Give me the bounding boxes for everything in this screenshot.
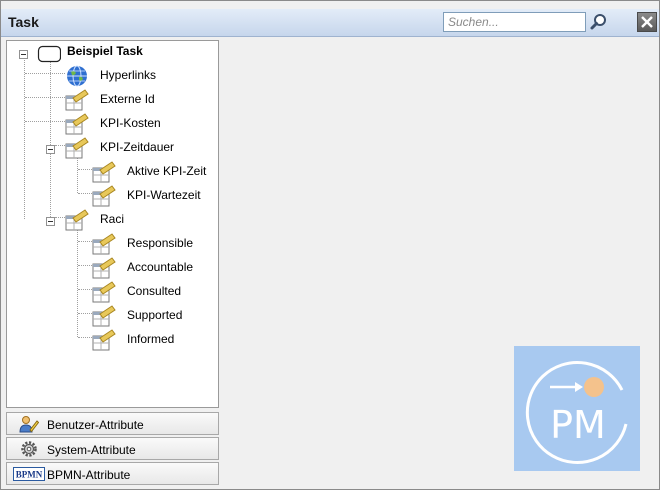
tree-node-accountable[interactable]: Accountable: [92, 257, 217, 279]
close-button[interactable]: [637, 12, 657, 32]
tab-label: System-Attribute: [47, 443, 136, 457]
attribute-tree[interactable]: Beispiel Task Hyperlinks Externe Id KPI-…: [6, 40, 219, 408]
attribute-table-icon: [92, 257, 116, 279]
attribute-table-icon: [92, 185, 116, 207]
attribute-table-icon: [65, 209, 89, 231]
logo-text: PM: [550, 403, 606, 447]
tree-connector: [78, 265, 92, 266]
tree-connector: [25, 121, 65, 122]
tree-connector: [77, 227, 78, 337]
tab-benutzer-attribute[interactable]: Benutzer-Attribute: [6, 412, 219, 435]
tree-node-hyperlinks[interactable]: Hyperlinks: [65, 65, 215, 87]
tree-node-kpi-zeitdauer[interactable]: KPI-Zeitdauer: [65, 137, 215, 159]
collapse-toggle-raci[interactable]: [46, 217, 55, 226]
tree-node-externe-id[interactable]: Externe Id: [65, 89, 215, 111]
gear-icon: [21, 441, 37, 457]
tree-node-label: KPI-Wartezeit: [127, 188, 201, 202]
tree-connector: [77, 155, 78, 193]
globe-icon: [67, 65, 87, 87]
task-window: Task Suchen... Beispiel Task Hyperlinks …: [0, 0, 660, 490]
tree-connector: [50, 59, 51, 219]
tree-node-informed[interactable]: Informed: [92, 329, 217, 351]
attribute-table-icon: [92, 233, 116, 255]
tree-connector: [55, 145, 65, 146]
tab-system-attribute[interactable]: System-Attribute: [6, 437, 219, 460]
attribute-table-icon: [65, 113, 89, 135]
tree-node-label: Raci: [100, 212, 125, 226]
attribute-table-icon: [65, 89, 89, 111]
tree-node-raci[interactable]: Raci: [65, 209, 215, 231]
tree-node-responsible[interactable]: Responsible: [92, 233, 217, 255]
tree-node-kpi-kosten[interactable]: KPI-Kosten: [65, 113, 215, 135]
tree-connector: [78, 193, 92, 194]
bpmn-logo-icon: BPMN: [13, 467, 45, 481]
tree-node-kpi-wartezeit[interactable]: KPI-Wartezeit: [92, 185, 217, 207]
tree-connector: [55, 217, 65, 218]
tree-node-supported[interactable]: Supported: [92, 305, 217, 327]
attribute-table-icon: [92, 161, 116, 183]
tree-node-label: Aktive KPI-Zeit: [127, 164, 207, 178]
tree-node-label: Accountable: [127, 260, 194, 274]
tree-node-label: Externe Id: [100, 92, 155, 106]
close-icon: [641, 16, 653, 28]
collapse-toggle-kpi-zeitdauer[interactable]: [46, 145, 55, 154]
tree-node-label: Responsible: [127, 236, 194, 250]
bpmn-logo-text: BPMN: [16, 470, 43, 480]
pm-logo: PM: [514, 346, 640, 471]
tree-node-label: Hyperlinks: [100, 68, 157, 82]
magnifier-icon: [590, 14, 606, 30]
pm-logo-icon: PM: [525, 361, 628, 464]
collapse-toggle-root[interactable]: [19, 50, 28, 59]
tree-connector: [24, 54, 25, 219]
window-title: Task: [8, 14, 39, 30]
attribute-table-icon: [92, 281, 116, 303]
user-pencil-icon: [19, 416, 39, 433]
tree-node-label: KPI-Zeitdauer: [100, 140, 175, 154]
tree-connector: [78, 337, 92, 338]
tab-bpmn-attribute[interactable]: BPMN BPMN-Attribute: [6, 462, 219, 485]
tree-node-label: Supported: [127, 308, 183, 322]
tree-node-aktive-kpi-zeit[interactable]: Aktive KPI-Zeit: [92, 161, 217, 183]
tree-node-label: KPI-Kosten: [100, 116, 161, 130]
search-button[interactable]: [589, 12, 609, 32]
tree-node-label: Informed: [127, 332, 175, 346]
tab-label: Benutzer-Attribute: [47, 418, 144, 432]
tree-connector: [78, 241, 92, 242]
tree-node-label: Beispiel Task: [67, 44, 143, 58]
tree-connector: [78, 313, 92, 314]
attribute-table-icon: [65, 137, 89, 159]
tree-node-consulted[interactable]: Consulted: [92, 281, 217, 303]
attribute-table-icon: [92, 329, 116, 351]
tree-node-root[interactable]: Beispiel Task: [37, 43, 217, 65]
tree-connector: [78, 169, 92, 170]
title-bar: Task: [1, 9, 659, 37]
task-shape-icon: [37, 45, 61, 63]
tab-label: BPMN-Attribute: [47, 468, 131, 482]
tree-connector: [78, 289, 92, 290]
attribute-table-icon: [92, 305, 116, 327]
tree-connector: [25, 73, 65, 74]
tree-connector: [25, 97, 65, 98]
tree-node-label: Consulted: [127, 284, 182, 298]
search-input[interactable]: [443, 12, 586, 32]
